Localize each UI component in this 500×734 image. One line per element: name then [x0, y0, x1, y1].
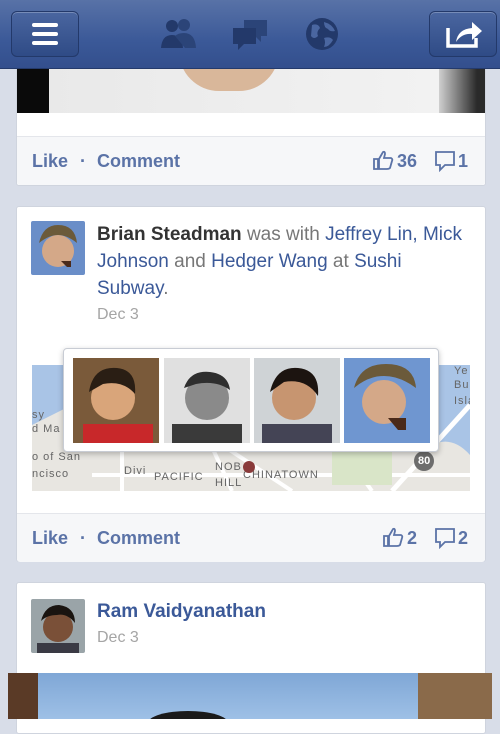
like-button[interactable]: Like: [32, 151, 68, 172]
friend-photo[interactable]: [344, 358, 430, 443]
top-navigation-bar: [0, 0, 500, 69]
menu-icon: [32, 23, 58, 45]
comment-count[interactable]: 1: [458, 151, 468, 172]
author-name[interactable]: Brian Steadman: [97, 224, 242, 245]
with-text: was with: [246, 224, 320, 245]
at-text: at: [332, 251, 349, 272]
map-label: d Ma: [32, 423, 61, 435]
avatar[interactable]: [31, 221, 85, 275]
period: .: [163, 278, 169, 299]
author-name[interactable]: Ram Vaidyanathan: [97, 601, 266, 623]
like-count[interactable]: 36: [397, 151, 417, 172]
map-label: Bu: [454, 379, 470, 391]
location-pin[interactable]: [243, 461, 255, 473]
friend-photo[interactable]: [164, 358, 250, 443]
story-text: Brian Steadman was with Jeffrey Lin, Mic…: [97, 221, 467, 302]
like-count-icon: [383, 527, 404, 547]
share-icon: [446, 22, 482, 48]
and-text: and: [174, 251, 206, 272]
avatar[interactable]: [31, 599, 85, 653]
map-label: Divi: [124, 465, 147, 477]
tagged-friend[interactable]: Hedger Wang: [211, 251, 328, 272]
globe-icon: [306, 18, 338, 50]
menu-button[interactable]: [11, 11, 79, 57]
story-actions: Like · Comment 36 1: [17, 136, 485, 185]
map-label: sy: [32, 409, 45, 421]
like-button[interactable]: Like: [32, 528, 68, 549]
map-label: Isla: [454, 395, 470, 407]
friend-photo[interactable]: [73, 358, 159, 443]
tagged-friend[interactable]: Jeffrey Lin,: [325, 224, 418, 245]
share-button[interactable]: [429, 11, 497, 57]
messages-button[interactable]: [230, 14, 270, 54]
feed-story: Brian Steadman was with Jeffrey Lin, Mic…: [16, 206, 486, 562]
story-date: Dec 3: [97, 306, 139, 323]
separator-dot: ·: [80, 528, 86, 548]
map-label: HILL: [215, 477, 243, 489]
comment-count-icon: [435, 528, 455, 549]
comment-count-icon: [435, 151, 455, 172]
map-label: CHINATOWN: [243, 469, 319, 481]
friend-requests-button[interactable]: [158, 14, 198, 54]
tagged-friends-popup: [63, 348, 439, 452]
highway-label: 80: [418, 455, 431, 467]
separator-dot: ·: [80, 151, 86, 171]
friend-photo[interactable]: [254, 358, 340, 443]
map-label: ncisco: [32, 468, 70, 480]
map-label: NOB: [215, 461, 242, 473]
friends-icon: [161, 19, 196, 48]
map-label: Ye: [454, 365, 469, 377]
comment-button[interactable]: Comment: [97, 151, 180, 172]
notifications-button[interactable]: [302, 14, 342, 54]
comment-button[interactable]: Comment: [97, 528, 180, 549]
story-photo[interactable]: [8, 673, 492, 719]
map-label: PACIFIC: [154, 471, 204, 483]
photo-content: [8, 673, 492, 719]
like-count[interactable]: 2: [407, 528, 417, 549]
story-date: Dec 3: [97, 629, 139, 646]
feed-story: Like · Comment 36 1: [16, 60, 486, 186]
map-label: o of San: [32, 451, 81, 463]
messages-icon: [233, 20, 267, 50]
like-count-icon: [373, 150, 394, 170]
comment-count[interactable]: 2: [458, 528, 468, 549]
story-actions: Like · Comment 2 2: [17, 513, 485, 562]
